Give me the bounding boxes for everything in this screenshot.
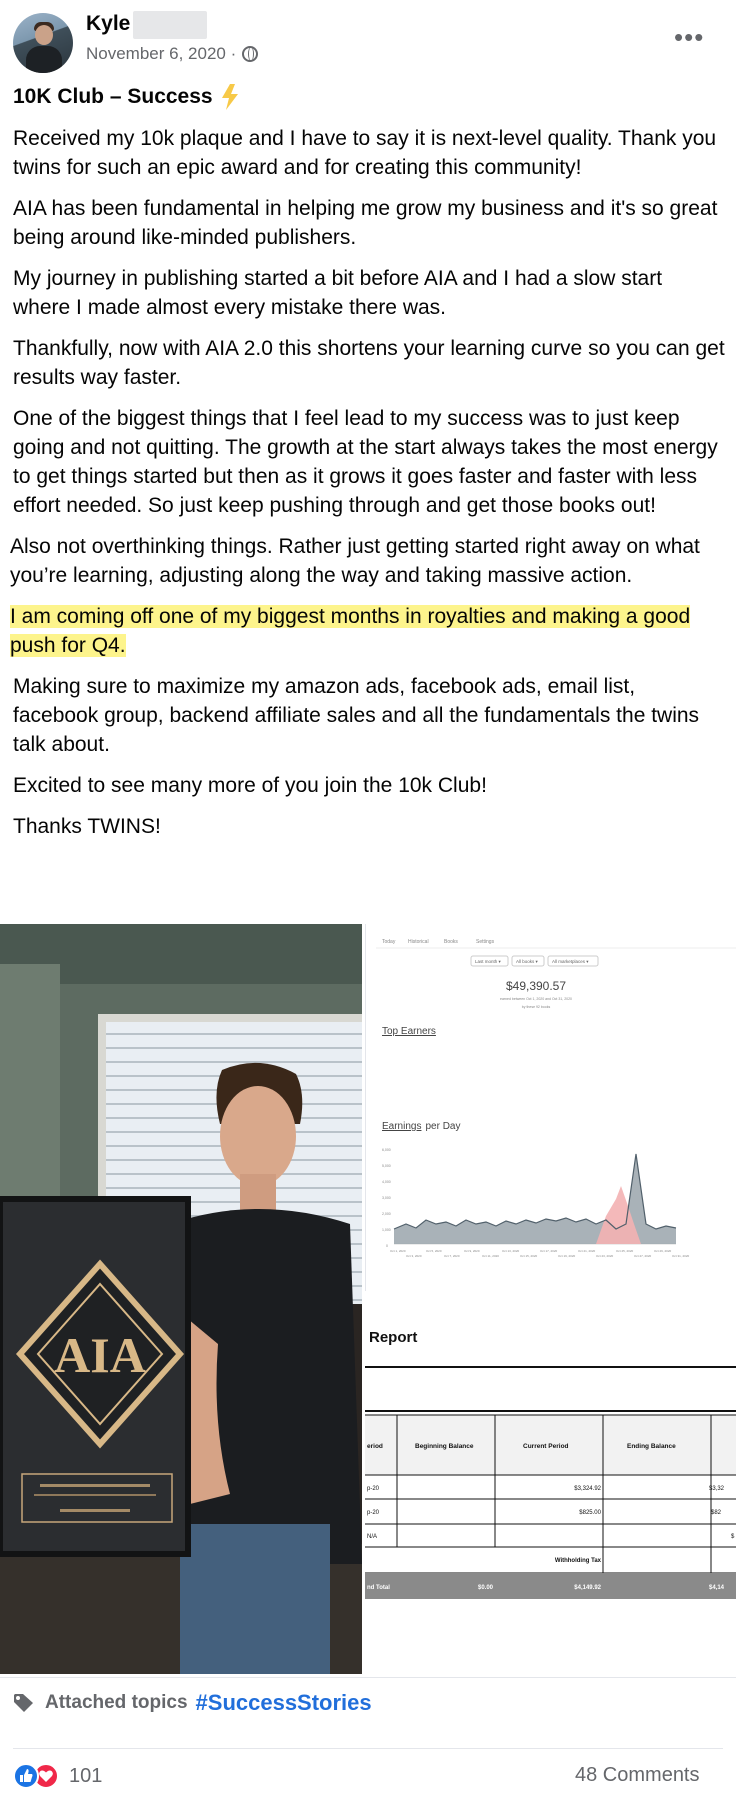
paragraph: AIA has been fundamental in helping me g…: [13, 197, 718, 249]
plaque-letters: AIA: [54, 1327, 146, 1383]
attached-topics: Attached topics #SuccessStories: [13, 1690, 372, 1716]
y-tick: 4,000: [382, 1180, 391, 1184]
report-col-header: eriod: [367, 1443, 383, 1450]
y-tick: 5,000: [382, 1164, 391, 1168]
x-tick: Oct 1, 2020: [390, 1249, 406, 1253]
paragraph: Excited to see many more of you join the…: [13, 774, 487, 797]
reactions-summary[interactable]: 101: [13, 1763, 102, 1789]
lightning-bolt-icon: [221, 84, 238, 110]
post-meta: November 6, 2020 ·: [86, 44, 259, 64]
x-tick: Oct 25, 2020: [616, 1249, 634, 1253]
media-divider: [0, 1677, 736, 1678]
x-tick: Oct 27, 2020: [634, 1254, 652, 1258]
paragraph: My journey in publishing started a bit b…: [13, 267, 663, 319]
redacted-surname: [133, 11, 207, 39]
plaque-photo-drawing: AIA: [0, 924, 362, 1674]
x-tick: Oct 13, 2020: [502, 1249, 520, 1253]
x-tick: Oct 3, 2020: [406, 1254, 422, 1258]
like-reaction-icon: [13, 1763, 39, 1789]
per-day-label: per Day: [425, 1121, 460, 1132]
post-header: Kyle November 6, 2020 · •••: [0, 0, 736, 80]
x-tick: Oct 21, 2020: [578, 1249, 596, 1253]
x-tick: Oct 11, 2020: [482, 1254, 499, 1258]
dash-filter[interactable]: Last month ▾: [475, 959, 502, 964]
report-cell: $3,32: [709, 1486, 725, 1492]
post-title-row: 10K Club – Success: [13, 84, 241, 110]
report-cell: $825.00: [579, 1510, 601, 1516]
report-col-header: Ending Balance: [627, 1443, 676, 1450]
report-cell: N/A: [367, 1534, 377, 1540]
x-tick: Oct 31, 2020: [672, 1254, 690, 1258]
x-tick: Oct 17, 2020: [540, 1249, 558, 1253]
paragraph: Making sure to maximize my amazon ads, f…: [13, 675, 700, 756]
dash-filter[interactable]: All marketplaces ▾: [552, 959, 589, 964]
dash-total-sub: earned between Oct 1, 2020 and Oct 31, 2…: [500, 997, 572, 1001]
withholding-label: Withholding Tax: [555, 1558, 602, 1564]
reaction-count: 101: [69, 1764, 103, 1787]
attached-topics-label: Attached topics: [45, 1692, 188, 1713]
paragraph: Thanks TWINS!: [13, 815, 161, 838]
report-col-header: Current Period: [523, 1443, 569, 1450]
report-cell: $: [731, 1534, 735, 1540]
more-options-icon[interactable]: •••: [674, 22, 704, 53]
dash-tab[interactable]: Historical: [408, 939, 429, 945]
footer-divider: [13, 1748, 723, 1749]
author-name[interactable]: Kyle: [86, 12, 130, 36]
dashboard-drawing: Today Historical Books Settings Last mon…: [376, 939, 736, 1258]
y-tick: 6,000: [382, 1148, 391, 1152]
topic-link[interactable]: #SuccessStories: [196, 1690, 372, 1716]
dash-tab[interactable]: Today: [382, 939, 396, 945]
report-title: Report: [369, 1329, 417, 1346]
y-tick: 3,000: [382, 1196, 391, 1200]
x-tick: Oct 15, 2020: [520, 1254, 538, 1258]
report-total-cell: nd Total: [367, 1585, 390, 1591]
report-cell: p-20: [367, 1510, 380, 1516]
top-earners-label[interactable]: Top Earners: [382, 1026, 436, 1037]
post-body: Received my 10k plaque and I have to say…: [10, 124, 725, 853]
dash-total: $49,390.57: [506, 979, 566, 993]
report-col-header: Beginning Balance: [415, 1443, 474, 1450]
paragraph: Also not overthinking things. Rather jus…: [10, 535, 700, 587]
report-cell: $82: [711, 1510, 722, 1516]
post-date[interactable]: November 6, 2020 ·: [86, 44, 236, 64]
royalty-report[interactable]: Report eriod Beginning Balance Current P…: [365, 1299, 736, 1674]
comments-count[interactable]: 48 Comments: [575, 1764, 700, 1787]
x-tick: Oct 5, 2020: [426, 1249, 442, 1253]
dash-tab[interactable]: Books: [444, 939, 458, 945]
earnings-per-day-title: Earnings per Day: [382, 1121, 460, 1132]
report-total-cell: $4,149.92: [574, 1585, 601, 1591]
highlight-text: I am coming off one of my biggest months…: [10, 605, 691, 657]
author-avatar[interactable]: [13, 13, 73, 73]
dash-tab[interactable]: Settings: [476, 939, 495, 945]
x-tick: Oct 29, 2020: [654, 1249, 672, 1253]
y-tick: 2,000: [382, 1212, 391, 1216]
x-tick: Oct 9, 2020: [464, 1249, 480, 1253]
post-title: 10K Club – Success: [13, 85, 213, 108]
report-cell: p-20: [367, 1486, 380, 1492]
plaque-photo[interactable]: AIA: [0, 924, 362, 1674]
report-total-cell: $4,14: [709, 1585, 725, 1591]
y-tick: 0: [386, 1244, 388, 1248]
highlighted-paragraph: I am coming off one of my biggest months…: [10, 602, 725, 660]
earnings-label: Earnings: [382, 1121, 421, 1132]
dash-filter[interactable]: All books ▾: [516, 959, 539, 964]
paragraph: One of the biggest things that I feel le…: [13, 407, 718, 517]
media-grid: AIA Today Historical Books Settings Last…: [0, 924, 736, 1674]
paragraph: Received my 10k plaque and I have to say…: [13, 127, 717, 179]
earnings-dashboard[interactable]: Today Historical Books Settings Last mon…: [365, 924, 736, 1291]
audience-globe-icon[interactable]: [242, 46, 259, 62]
report-cell: $3,324.92: [574, 1486, 601, 1492]
report-drawing: Report eriod Beginning Balance Current P…: [365, 1329, 736, 1599]
x-tick: Oct 23, 2020: [596, 1254, 614, 1258]
report-total-cell: $0.00: [478, 1585, 494, 1591]
tag-icon: [14, 1694, 33, 1712]
y-tick: 1,000: [382, 1228, 391, 1232]
dash-total-sub: by these 92 books: [522, 1005, 551, 1009]
x-tick: Oct 19, 2020: [558, 1254, 576, 1258]
paragraph: Thankfully, now with AIA 2.0 this shorte…: [13, 337, 725, 389]
x-tick: Oct 7, 2020: [444, 1254, 460, 1258]
